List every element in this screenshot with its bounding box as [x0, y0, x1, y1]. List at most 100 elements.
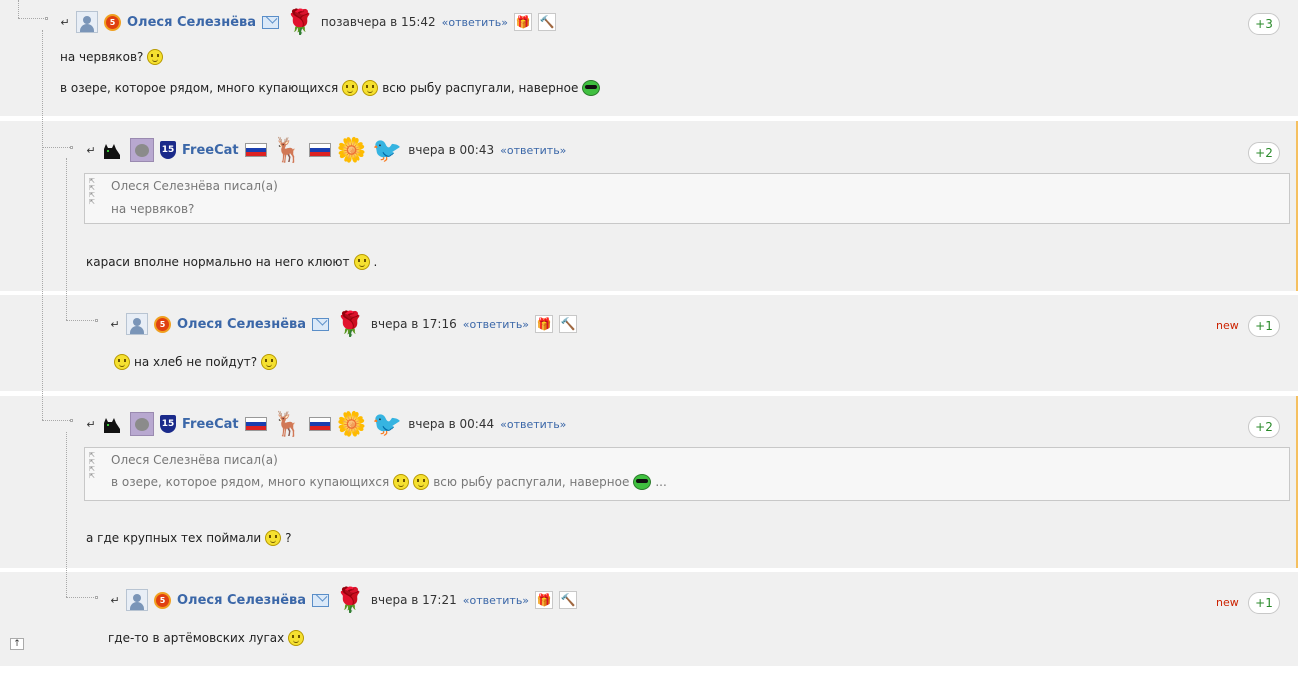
username[interactable]: FreeCat [182, 417, 239, 432]
thread-line [42, 30, 43, 420]
avatar[interactable] [126, 313, 148, 335]
mail-icon[interactable] [312, 593, 330, 607]
rating-badge[interactable]: +2 [1248, 416, 1280, 438]
new-label: new [1216, 319, 1239, 332]
parent-link-icon[interactable]: ↵ [110, 594, 120, 607]
thread-node [95, 319, 98, 322]
rating-badge[interactable]: +1 [1248, 592, 1280, 614]
rating-badge[interactable]: +3 [1248, 13, 1280, 35]
quote-line: всю рыбу распугали, наверное [433, 475, 630, 489]
thread-line [66, 158, 67, 320]
comment-text: а где крупных тех поймали ? [86, 528, 292, 548]
black-cat-icon [102, 415, 124, 433]
new-label: new [1216, 596, 1239, 609]
timestamp: вчера в 00:44 [408, 417, 495, 431]
rating-badge[interactable]: +1 [1248, 315, 1280, 337]
reply-link[interactable]: «ответить» [463, 594, 529, 607]
russia-flag-icon [244, 417, 267, 431]
timestamp: вчера в 17:21 [370, 593, 457, 607]
rating-badge[interactable]: +2 [1248, 142, 1280, 164]
parent-link-icon[interactable]: ↵ [86, 418, 96, 431]
thread-line [66, 320, 96, 321]
russia-flag-icon [308, 417, 331, 431]
smile-icon [265, 530, 282, 546]
thread-line [18, 0, 19, 18]
username[interactable]: FreeCat [182, 143, 239, 158]
highlight-bar [1296, 121, 1298, 291]
thread-line [66, 432, 67, 597]
comment-text: караси вполне нормально на него клюют . [86, 252, 377, 272]
gavel-icon[interactable]: 🔨 [537, 13, 556, 31]
russia-flag-icon [308, 143, 331, 157]
sunglasses-smile-icon [633, 474, 652, 490]
scroll-up-button[interactable]: ↑ [10, 638, 24, 650]
smile-icon [288, 630, 305, 646]
deer-icon: 🦌 [272, 136, 303, 164]
timestamp: вчера в 00:43 [408, 143, 495, 157]
quote-line: ... [655, 475, 667, 489]
daisy-icon: 🌼 [336, 136, 367, 164]
quote-line: в озере, которое рядом, много купающихся [111, 475, 390, 489]
comment-line: на червяков? [60, 50, 144, 64]
smile-icon [261, 354, 278, 370]
username[interactable]: Олеся Селезнёва [177, 317, 306, 332]
comment-header: ↵ 15 FreeCat 🦌 🌼 🐦 вчера в 00:43 «ответи… [86, 136, 566, 164]
username[interactable]: Олеся Селезнёва [127, 15, 256, 30]
mail-icon[interactable] [262, 15, 280, 29]
avatar[interactable] [130, 412, 154, 436]
daisy-icon: 🌼 [336, 410, 367, 438]
bird-icon: 🐦 [372, 410, 403, 438]
reply-link[interactable]: «ответить» [500, 144, 566, 157]
comment-header: ↵ 5 Олеся Селезнёва 🌹 позавчера в 15:42 … [60, 8, 556, 36]
reply-link[interactable]: «ответить» [463, 318, 529, 331]
gift-icon[interactable]: 🎁 [513, 13, 532, 31]
quote-text: в озере, которое рядом, много купающихся… [111, 474, 667, 490]
comment-header: ↵ 5 Олеся Селезнёва 🌹 вчера в 17:21 «отв… [110, 586, 578, 614]
quote-icon: ⇱ ⇱ ⇱ ⇱ [89, 451, 95, 480]
comment-header: ↵ 5 Олеся Селезнёва 🌹 вчера в 17:16 «отв… [110, 310, 578, 338]
thread-node [70, 419, 73, 422]
reply-link[interactable]: «ответить» [442, 16, 508, 29]
quote-author: Олеся Селезнёва писал(а) [111, 179, 278, 193]
highlight-bar [1296, 396, 1298, 568]
mail-icon[interactable] [312, 317, 330, 331]
black-cat-icon [102, 141, 124, 159]
timestamp: позавчера в 15:42 [320, 15, 436, 29]
quote-block: ⇱ ⇱ ⇱ ⇱ Олеся Селезнёва писал(а) на червяко… [84, 173, 1290, 224]
gavel-icon[interactable]: 🔨 [559, 591, 578, 609]
comment-line: на хлеб не пойдут? [134, 355, 258, 369]
gift-icon[interactable]: 🎁 [535, 591, 554, 609]
gift-icon[interactable]: 🎁 [535, 315, 554, 333]
gavel-icon[interactable]: 🔨 [559, 315, 578, 333]
bird-icon: 🐦 [372, 136, 403, 164]
avatar[interactable] [76, 11, 98, 33]
comment-line: . [373, 255, 378, 269]
avatar[interactable] [130, 138, 154, 162]
comment-text: на червяков? [60, 47, 164, 67]
rank-badge-icon: 15 [160, 415, 176, 433]
thread-line [18, 18, 46, 19]
quote-author: Олеся Селезнёва писал(а) [111, 453, 278, 467]
rank-badge-icon: 5 [154, 315, 171, 333]
thread-node [95, 596, 98, 599]
quote-block: ⇱ ⇱ ⇱ ⇱ Олеся Селезнёва писал(а) в озере, к… [84, 447, 1290, 501]
parent-link-icon[interactable]: ↵ [86, 144, 96, 157]
smile-icon [362, 80, 379, 96]
parent-link-icon[interactable]: ↵ [60, 16, 70, 29]
comment-line: ? [285, 531, 292, 545]
rose-icon: 🌹 [335, 586, 365, 614]
rank-badge-icon: 5 [104, 13, 121, 31]
comment-text: на хлеб не пойдут? [114, 352, 278, 372]
russia-flag-icon [244, 143, 267, 157]
username[interactable]: Олеся Селезнёва [177, 593, 306, 608]
comment-line: в озере, которое рядом, много купающихся [60, 81, 339, 95]
timestamp: вчера в 17:16 [370, 317, 457, 331]
rose-icon: 🌹 [335, 310, 365, 338]
comment-line: всю рыбу распугали, наверное [382, 81, 579, 95]
smile-icon [413, 474, 430, 490]
sunglasses-smile-icon [582, 80, 601, 96]
avatar[interactable] [126, 589, 148, 611]
parent-link-icon[interactable]: ↵ [110, 318, 120, 331]
reply-link[interactable]: «ответить» [500, 418, 566, 431]
comment-line: караси вполне нормально на него клюют [86, 255, 350, 269]
